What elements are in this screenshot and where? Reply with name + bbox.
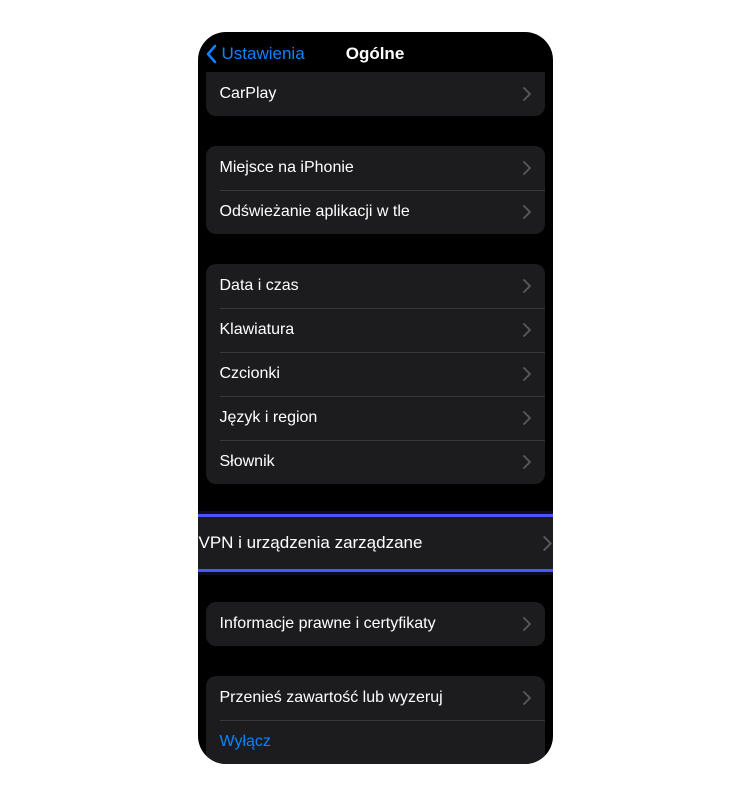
chevron-right-icon <box>523 161 531 175</box>
row-label: Odświeżanie aplikacji w tle <box>220 203 410 221</box>
row-vpn-device-management[interactable]: VPN i urządzenia zarządzane <box>198 517 553 569</box>
chevron-right-icon <box>523 87 531 101</box>
highlight-wrapper: VPN i urządzenia zarządzane <box>198 514 553 572</box>
section-vpn: VPN i urządzenia zarządzane <box>198 514 553 572</box>
row-background-refresh[interactable]: Odświeżanie aplikacji w tle <box>206 190 545 234</box>
section-storage: Miejsce na iPhonie Odświeżanie aplikacji… <box>206 146 545 234</box>
row-date-time[interactable]: Data i czas <box>206 264 545 308</box>
chevron-right-icon <box>523 455 531 469</box>
row-label: CarPlay <box>220 85 277 103</box>
row-label: Informacje prawne i certyfikaty <box>220 615 436 633</box>
chevron-right-icon <box>523 279 531 293</box>
chevron-right-icon <box>523 617 531 631</box>
row-carplay[interactable]: CarPlay <box>206 72 545 116</box>
row-dictionary[interactable]: Słownik <box>206 440 545 484</box>
row-label: Wyłącz <box>220 733 271 751</box>
row-legal-certificates[interactable]: Informacje prawne i certyfikaty <box>206 602 545 646</box>
row-label: Język i region <box>220 409 318 427</box>
chevron-right-icon <box>523 691 531 705</box>
page-title: Ogólne <box>346 44 405 64</box>
phone-frame: Ustawienia Ogólne CarPlay Miejsce na iPh… <box>198 32 553 764</box>
row-label: Data i czas <box>220 277 299 295</box>
row-label: Klawiatura <box>220 321 295 339</box>
chevron-right-icon <box>523 323 531 337</box>
row-transfer-reset[interactable]: Przenieś zawartość lub wyzeruj <box>206 676 545 720</box>
section-reset: Przenieś zawartość lub wyzeruj Wyłącz <box>206 676 545 764</box>
row-label: Czcionki <box>220 365 280 383</box>
row-iphone-storage[interactable]: Miejsce na iPhonie <box>206 146 545 190</box>
row-label: Miejsce na iPhonie <box>220 159 354 177</box>
nav-bar: Ustawienia Ogólne <box>198 32 553 76</box>
row-language-region[interactable]: Język i region <box>206 396 545 440</box>
row-shutdown[interactable]: Wyłącz <box>206 720 545 764</box>
row-label: VPN i urządzenia zarządzane <box>199 533 423 553</box>
chevron-right-icon <box>523 205 531 219</box>
row-label: Przenieś zawartość lub wyzeruj <box>220 689 443 707</box>
chevron-right-icon <box>523 367 531 381</box>
chevron-right-icon <box>543 536 552 551</box>
back-label: Ustawienia <box>222 44 305 64</box>
row-label: Słownik <box>220 453 275 471</box>
back-button[interactable]: Ustawienia <box>206 44 305 64</box>
section-carplay: CarPlay <box>206 72 545 116</box>
chevron-left-icon <box>206 44 218 64</box>
chevron-right-icon <box>523 411 531 425</box>
row-keyboard[interactable]: Klawiatura <box>206 308 545 352</box>
content-area: CarPlay Miejsce na iPhonie Odświeżanie a… <box>198 72 553 764</box>
section-legal: Informacje prawne i certyfikaty <box>206 602 545 646</box>
row-fonts[interactable]: Czcionki <box>206 352 545 396</box>
section-local: Data i czas Klawiatura Czcionki Język i … <box>206 264 545 484</box>
